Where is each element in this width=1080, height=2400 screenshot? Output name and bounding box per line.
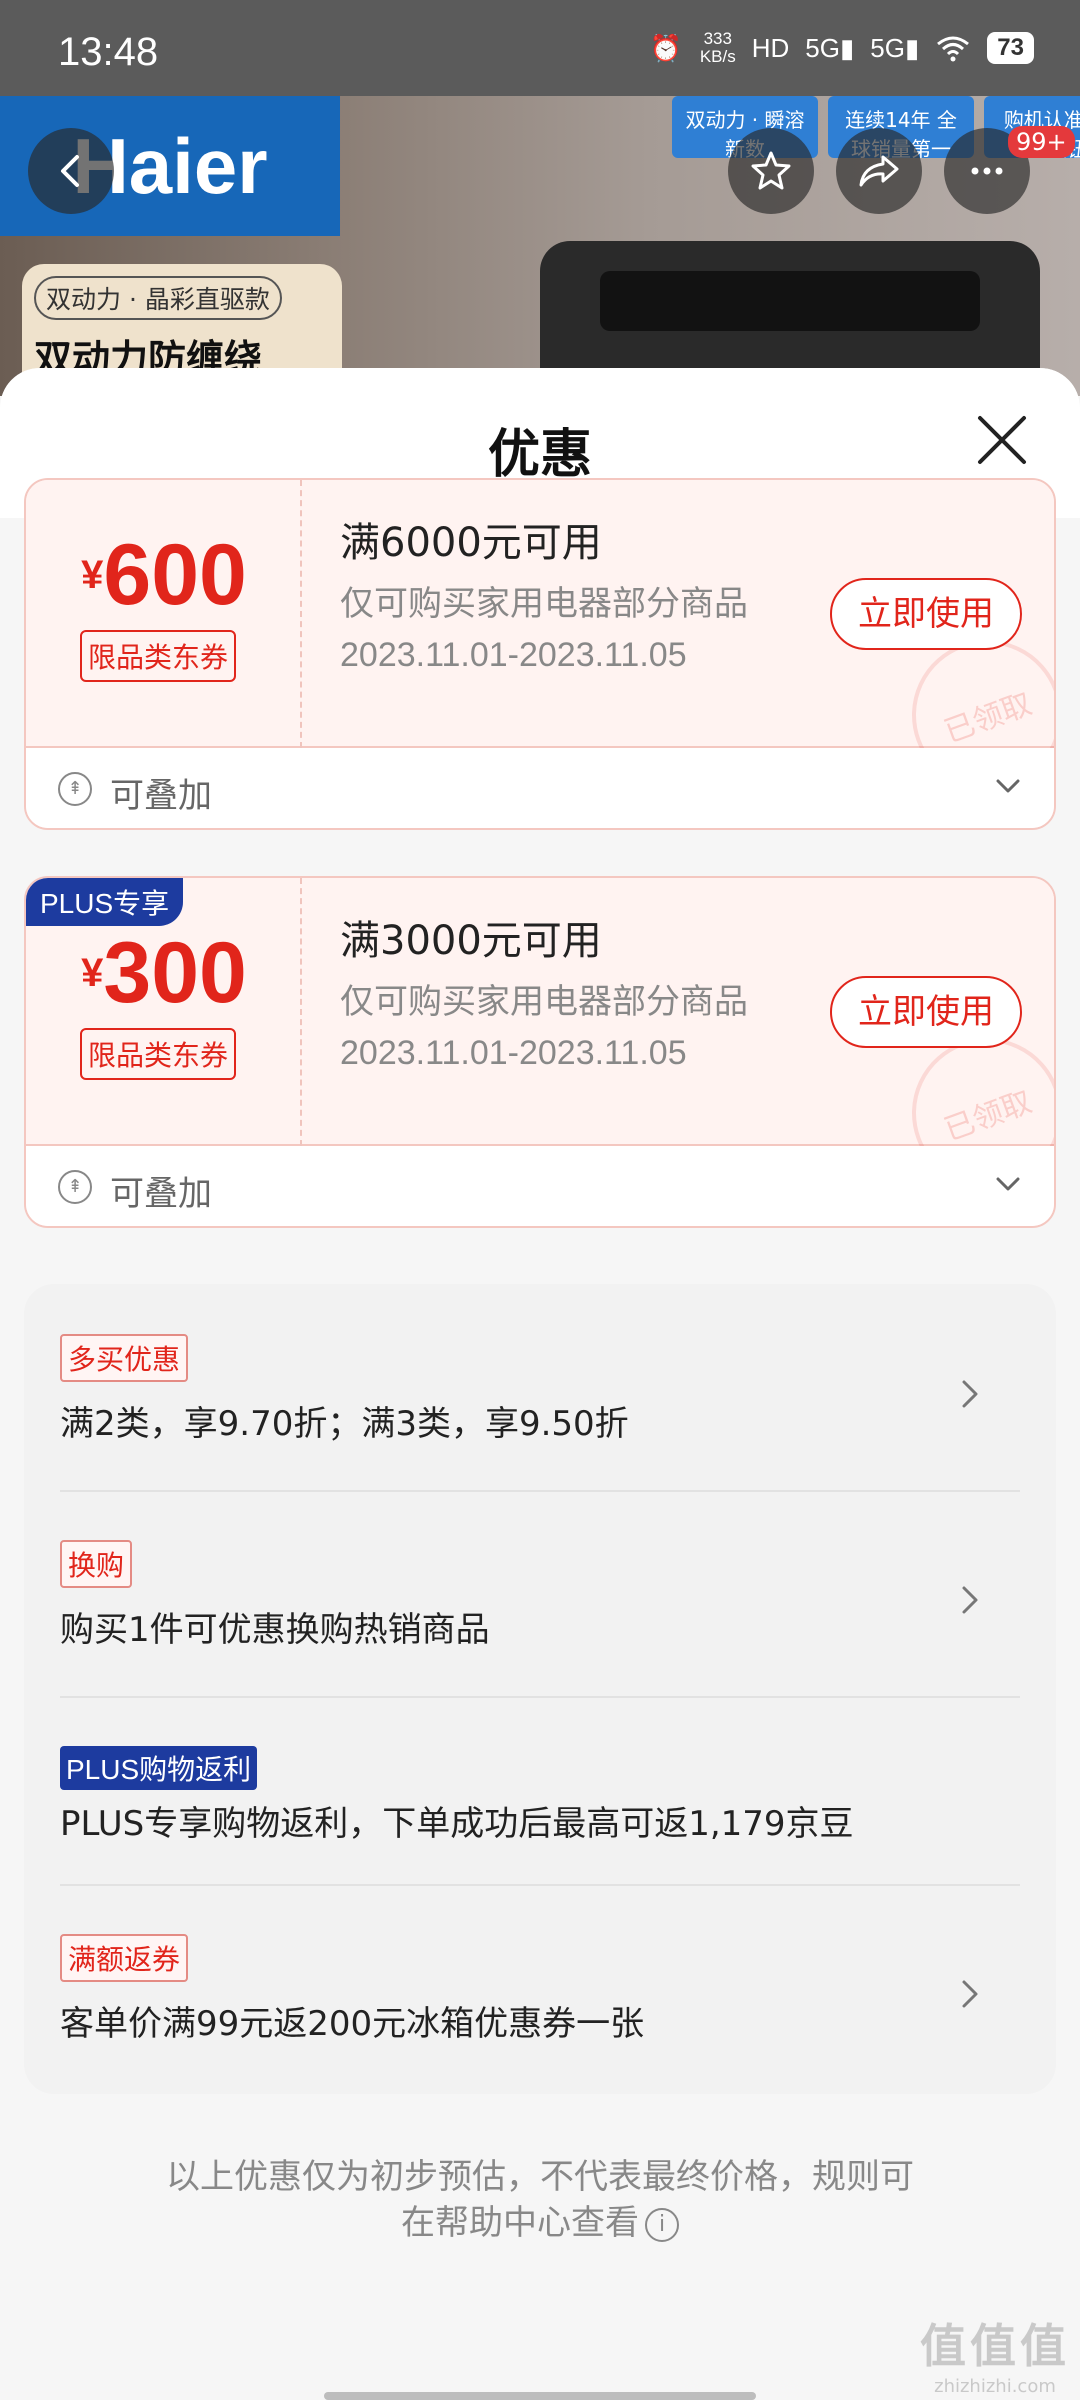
star-icon [751, 151, 791, 190]
share-icon [859, 155, 899, 187]
chevron-right-icon [962, 1380, 978, 1408]
promo-description: PLUS专享购物返利，下单成功后最高可返1,179京豆 [60, 1804, 854, 1844]
product-promo-pill: 双动力 · 晶彩直驱款 [34, 276, 282, 320]
use-now-button[interactable]: 立即使用 [830, 976, 1022, 1048]
coupon-validity: 2023.11.01-2023.11.05 [340, 1034, 687, 1072]
signal-icon-2: 5G ▮ [870, 32, 920, 63]
back-button[interactable] [28, 128, 114, 214]
net-speed-value: 333 [703, 29, 732, 48]
net-speed: 333 KB/s [700, 30, 736, 66]
divider [60, 1490, 1020, 1492]
stack-icon: ⇞ [58, 772, 92, 806]
coupon-category-badge: 限品类东券 [80, 1028, 237, 1080]
divider [60, 1884, 1020, 1886]
stack-icon: ⇞ [58, 1170, 92, 1204]
info-icon[interactable]: i [645, 2207, 679, 2242]
more-icon [971, 167, 1003, 175]
coupon-currency: ¥ [81, 951, 104, 995]
promo-item-exchange[interactable]: 换购 购买1件可优惠换购热销商品 [60, 1540, 1020, 1651]
close-icon[interactable] [972, 410, 1032, 470]
promo-tag-plus: PLUS购物返利 [60, 1746, 258, 1790]
hd-icon: HD [751, 32, 790, 63]
status-time: 13:48 [58, 30, 159, 74]
promo-tag: 多买优惠 [60, 1334, 189, 1382]
divider [60, 1696, 1020, 1698]
watermark: 值值值 zhizhizhi.com [920, 2310, 1070, 2397]
chevron-right-icon [962, 1586, 978, 1614]
coupon-currency: ¥ [81, 553, 104, 597]
signal-label-1: 5G [805, 32, 840, 63]
use-now-button[interactable]: 立即使用 [830, 578, 1022, 650]
coupon-condition: 满3000元可用 [340, 918, 602, 964]
discount-sheet: 优惠 ¥600 限品类东券 满6000元可用 仅可购买家用电器部分商品 2023… [0, 368, 1080, 2400]
promo-description: 购买1件可优惠换购热销商品 [60, 1610, 490, 1650]
coupon-amount: ¥600 [26, 526, 302, 625]
alarm-icon: ⏰ [649, 32, 683, 63]
coupon-scope: 仅可购买家用电器部分商品 [340, 584, 748, 624]
coupon-footer[interactable]: ⇞ 可叠加 [26, 1146, 1054, 1226]
signal-label-2: 5G [870, 32, 905, 63]
back-arrow-icon [61, 155, 79, 187]
disclaimer-line-2-wrap: 在帮助中心查看 i [0, 2200, 1080, 2246]
disclaimer-line-1: 以上优惠仅为初步预估，不代表最终价格，规则可 [166, 2157, 914, 2197]
sheet-title: 优惠 [487, 425, 592, 485]
watermark-url: zhizhizhi.com [934, 2376, 1056, 2397]
status-icons: ⏰ 333 KB/s HD 5G ▮ 5G ▮ 73 [648, 28, 1034, 68]
stackable-label: 可叠加 [110, 776, 212, 816]
coupon-card-2: PLUS专享 ¥300 限品类东券 满3000元可用 仅可购买家用电器部分商品 … [24, 876, 1056, 1228]
promo-item-coupon-return[interactable]: 满额返券 客单价满99元返200元冰箱优惠券一张 [60, 1934, 1020, 2045]
promo-tag: 满额返券 [60, 1934, 189, 1982]
coupon-scope: 仅可购买家用电器部分商品 [340, 982, 748, 1022]
wifi-icon [935, 28, 971, 68]
chevron-down-icon[interactable] [992, 770, 1024, 802]
promo-item-plus-rebate: PLUS购物返利 PLUS专享购物返利，下单成功后最高可返1,179京豆 [60, 1746, 1020, 1845]
coupon-amount-value: 300 [103, 925, 247, 1021]
coupon-main: ¥600 限品类东券 满6000元可用 仅可购买家用电器部分商品 2023.11… [26, 480, 1054, 812]
coupon-footer[interactable]: ⇞ 可叠加 [26, 748, 1054, 828]
screen: 13:48 ⏰ 333 KB/s HD 5G ▮ 5G ▮ 73 Haier 双动力… [0, 0, 1080, 2400]
machine-panel [600, 271, 980, 331]
chevron-right-icon [962, 1980, 978, 2008]
product-image-area: Haier 双动力 · 晶彩直驱款 双动力防缠绕 双动力 · 瞬溶新数 连续14… [0, 96, 1080, 396]
watermark-logo: 值值值 [920, 2319, 1070, 2373]
promo-description: 客单价满99元返200元冰箱优惠券一张 [60, 2004, 645, 2044]
promotions-list: 多买优惠 满2类，享9.70折；满3类，享9.50折 换购 购买1件可优惠换购热… [24, 1284, 1056, 2094]
chevron-down-icon[interactable] [992, 1168, 1024, 1200]
coupon-amount-value: 600 [103, 527, 247, 623]
coupon-amount: ¥300 [26, 924, 302, 1023]
share-button[interactable] [836, 128, 922, 214]
coupon-validity: 2023.11.01-2023.11.05 [340, 636, 687, 674]
battery-indicator: 73 [987, 32, 1034, 64]
promo-item-multi-buy[interactable]: 多买优惠 满2类，享9.70折；满3类，享9.50折 [60, 1334, 1020, 1445]
coupon-condition: 满6000元可用 [340, 520, 602, 566]
message-count-badge: 99+ [1008, 126, 1075, 158]
favorite-button[interactable] [728, 128, 814, 214]
plus-exclusive-tag: PLUS专享 [26, 878, 184, 926]
disclaimer-line-2: 在帮助中心查看 [401, 2203, 639, 2243]
stackable-label: 可叠加 [110, 1174, 212, 1214]
coupon-amount-section: ¥600 限品类东券 [26, 480, 302, 748]
coupon-card-1: ¥600 限品类东券 满6000元可用 仅可购买家用电器部分商品 2023.11… [24, 478, 1056, 830]
status-bar: 13:48 ⏰ 333 KB/s HD 5G ▮ 5G ▮ 73 [0, 0, 1080, 96]
promo-tag: 换购 [60, 1540, 133, 1588]
coupon-main: ¥300 限品类东券 满3000元可用 仅可购买家用电器部分商品 2023.11… [26, 878, 1054, 1210]
coupon-category-badge: 限品类东券 [80, 630, 237, 682]
home-indicator[interactable] [324, 2392, 756, 2400]
disclaimer-note: 以上优惠仅为初步预估，不代表最终价格，规则可 在帮助中心查看 i [0, 2154, 1080, 2246]
signal-icon-1: 5G ▮ [805, 32, 855, 63]
net-speed-unit: KB/s [699, 47, 736, 66]
promo-description: 满2类，享9.70折；满3类，享9.50折 [60, 1404, 629, 1444]
